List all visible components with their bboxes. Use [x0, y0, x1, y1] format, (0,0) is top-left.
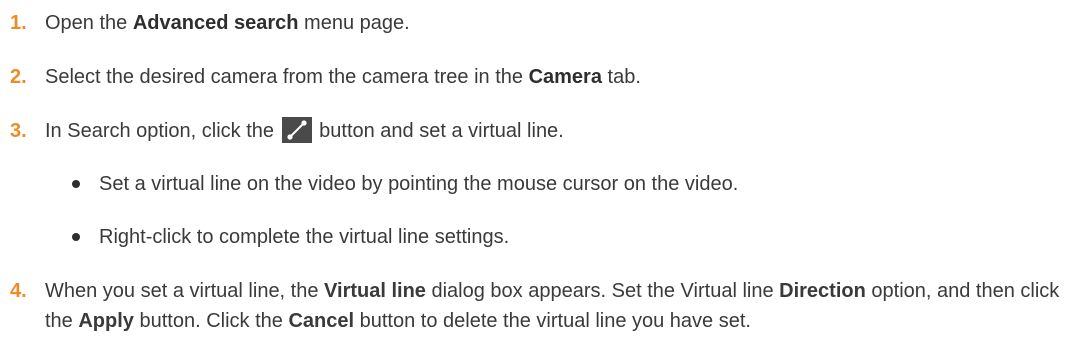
step-text: In Search option, click the button and s… [45, 116, 564, 146]
text-run: Open the [45, 12, 133, 34]
text-run: menu page. [298, 12, 410, 34]
bullet-icon [72, 180, 80, 188]
button-name-apply: Apply [78, 310, 134, 332]
step-number: 4. [10, 280, 27, 302]
step-number: 2. [10, 66, 27, 88]
tab-name-camera: Camera [528, 66, 602, 88]
button-name-cancel: Cancel [288, 310, 355, 332]
text-run: button to delete the virtual line you ha… [354, 310, 751, 332]
step-text: Open the Advanced search menu page. [45, 8, 410, 38]
step-text: Select the desired camera from the camer… [45, 62, 641, 92]
bullet-text: Right-click to complete the virtual line… [99, 226, 510, 248]
instruction-document: 1. Open the Advanced search menu page. 2… [0, 0, 1087, 363]
bullet-text: Set a virtual line on the video by point… [99, 173, 739, 195]
step-number: 3. [10, 120, 27, 142]
step-number: 1. [10, 12, 27, 34]
text-run: In Search option, click the [45, 120, 275, 142]
text-run: When you set a virtual line, the [45, 280, 325, 302]
text-run: dialog box appears. Set the Virtual line [425, 280, 780, 302]
virtual-line-icon [281, 117, 312, 143]
option-name-direction: Direction [779, 280, 866, 302]
menu-name-advanced-search: Advanced search [132, 12, 299, 34]
bullet-icon [72, 233, 80, 241]
dialog-name-virtual-line: Virtual line [324, 280, 426, 302]
text-run: Select the desired camera from the camer… [45, 66, 529, 88]
text-run: button and set a virtual line. [319, 120, 564, 142]
text-run: button. Click the [133, 310, 289, 332]
step-text: When you set a virtual line, the Virtual… [45, 276, 1075, 336]
text-run: tab. [601, 66, 641, 88]
